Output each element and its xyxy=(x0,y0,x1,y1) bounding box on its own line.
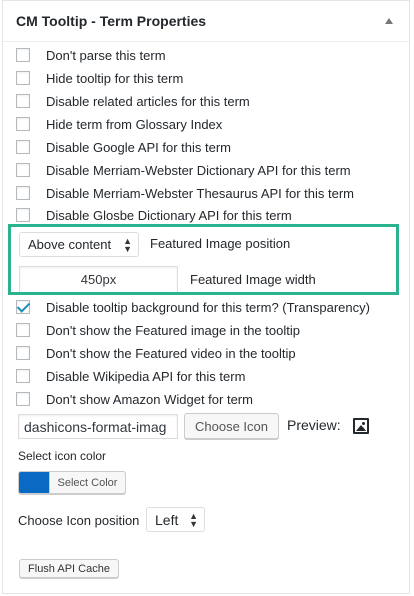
option-label: Disable related articles for this term xyxy=(46,93,250,109)
option-hide-amazon-widget[interactable]: Don't show Amazon Widget for term xyxy=(16,389,253,409)
checkbox[interactable] xyxy=(16,186,30,200)
checkbox[interactable] xyxy=(16,140,30,154)
select-arrows-icon: ▲ ▼ xyxy=(189,510,198,529)
option-label: Hide tooltip for this term xyxy=(46,70,184,86)
checkbox[interactable] xyxy=(16,117,30,131)
icon-color-picker[interactable]: Select Color xyxy=(18,471,126,494)
checkbox-checked[interactable] xyxy=(16,300,30,314)
color-swatch xyxy=(19,472,49,493)
option-disable-mw-thesaurus-api[interactable]: Disable Merriam-Webster Thesaurus API fo… xyxy=(16,183,354,203)
option-disable-mw-dictionary-api[interactable]: Disable Merriam-Webster Dictionary API f… xyxy=(16,160,351,180)
checkbox[interactable] xyxy=(16,346,30,360)
option-hide-from-glossary-index[interactable]: Hide term from Glossary Index xyxy=(16,114,222,134)
option-label: Disable Wikipedia API for this term xyxy=(46,368,246,384)
option-disable-glosbe-api[interactable]: Disable Glosbe Dictionary API for this t… xyxy=(16,205,292,225)
option-label: Don't parse this term xyxy=(46,47,166,63)
option-dont-parse[interactable]: Don't parse this term xyxy=(16,45,166,65)
select-color-button[interactable]: Select Color xyxy=(49,472,125,493)
icon-class-input[interactable] xyxy=(18,414,178,439)
icon-preview-label: Preview: xyxy=(287,417,341,433)
option-label: Don't show the Featured video in the too… xyxy=(46,345,296,361)
format-image-icon xyxy=(353,418,369,434)
option-hide-featured-image[interactable]: Don't show the Featured image in the too… xyxy=(16,320,300,340)
option-disable-tooltip-background[interactable]: Disable tooltip background for this term… xyxy=(16,297,370,317)
choose-icon-button[interactable]: Choose Icon xyxy=(184,413,279,439)
checkbox[interactable] xyxy=(16,163,30,177)
option-hide-tooltip[interactable]: Hide tooltip for this term xyxy=(16,68,183,88)
option-label: Disable Merriam-Webster Dictionary API f… xyxy=(46,162,351,178)
option-label: Disable tooltip background for this term… xyxy=(46,299,370,315)
panel-header: CM Tooltip - Term Properties xyxy=(3,1,409,42)
option-label: Disable Merriam-Webster Thesaurus API fo… xyxy=(46,185,355,201)
flush-api-cache-button[interactable]: Flush API Cache xyxy=(19,559,119,578)
checkbox[interactable] xyxy=(16,323,30,337)
checkbox[interactable] xyxy=(16,208,30,222)
collapse-toggle-icon[interactable] xyxy=(385,18,393,24)
option-label: Don't show Amazon Widget for term xyxy=(46,391,253,407)
checkbox[interactable] xyxy=(16,392,30,406)
checkbox[interactable] xyxy=(16,369,30,383)
option-disable-google-api[interactable]: Disable Google API for this term xyxy=(16,137,231,157)
option-label: Disable Google API for this term xyxy=(46,139,231,155)
option-label: Disable Glosbe Dictionary API for this t… xyxy=(46,207,292,223)
panel-title: CM Tooltip - Term Properties xyxy=(16,13,207,29)
option-label: Hide term from Glossary Index xyxy=(46,116,223,132)
icon-position-label: Choose Icon position xyxy=(18,513,140,528)
icon-position-select[interactable]: Left ▲ ▼ xyxy=(146,507,205,532)
select-value: Left xyxy=(155,511,179,528)
featured-image-highlight-box xyxy=(8,224,399,295)
option-label: Don't show the Featured image in the too… xyxy=(46,322,300,338)
icon-color-label: Select icon color xyxy=(18,449,107,463)
option-disable-related-articles[interactable]: Disable related articles for this term xyxy=(16,91,250,111)
checkbox[interactable] xyxy=(16,94,30,108)
option-disable-wikipedia-api[interactable]: Disable Wikipedia API for this term xyxy=(16,366,245,386)
option-hide-featured-video[interactable]: Don't show the Featured video in the too… xyxy=(16,343,296,363)
checkbox[interactable] xyxy=(16,48,30,62)
checkbox[interactable] xyxy=(16,71,30,85)
